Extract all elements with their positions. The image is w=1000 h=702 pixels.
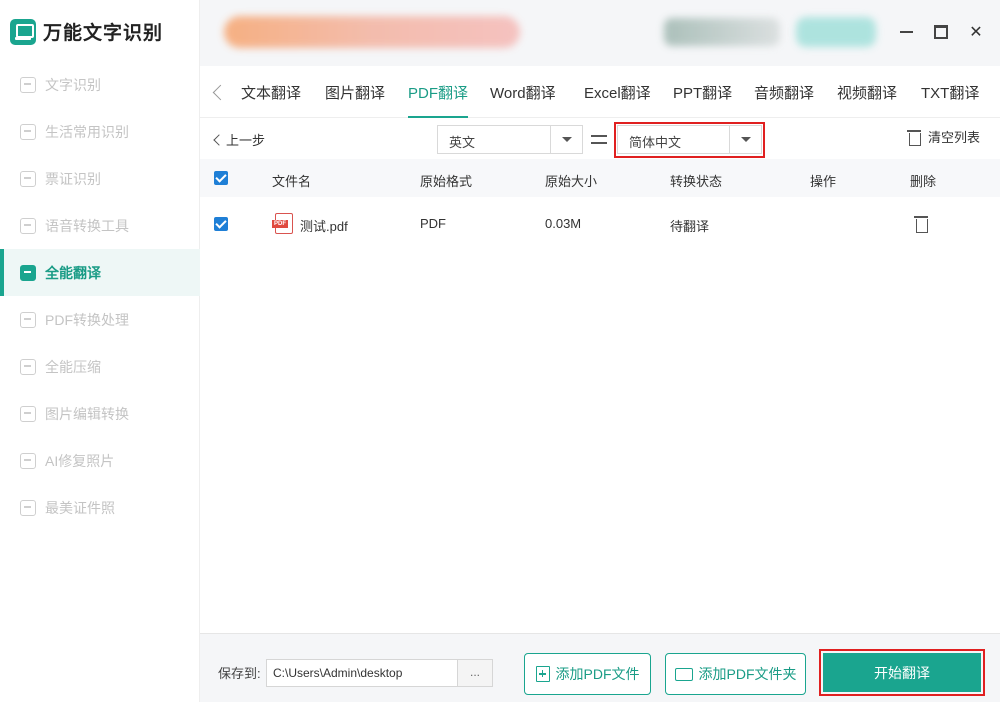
translate-tabs: 文本翻译 图片翻译 PDF翻译 Word翻译 Excel翻译 PPT翻译 音频翻… — [200, 66, 1000, 118]
header-action: 操作 — [810, 174, 837, 189]
sidebar-item-label: 最美证件照 — [45, 499, 115, 516]
tab-text-translate[interactable]: 文本翻译 — [241, 66, 301, 118]
compress-icon — [20, 358, 36, 375]
app-logo: 万能文字识别 — [10, 18, 163, 45]
delete-row-trash-icon[interactable] — [914, 215, 928, 233]
header-format: 原始格式 — [420, 174, 473, 189]
add-pdf-folder-button[interactable]: 添加PDF文件夹 — [665, 653, 806, 695]
header-status: 转换状态 — [670, 174, 723, 189]
swap-languages-icon[interactable] — [591, 131, 609, 149]
bottom-bar: 保存到: C:\Users\Admin\desktop ... 添加PDF文件 … — [200, 633, 1000, 702]
sidebar: 万能文字识别 文字识别 生活常用识别 票证识别 语音转换工具 全能翻译 PDF转… — [0, 0, 200, 702]
sidebar-item-label: 全能翻译 — [45, 264, 101, 281]
ticket-recognition-icon — [20, 170, 36, 187]
file-table-header: 文件名 原始格式 原始大小 转换状态 操作 删除 — [200, 159, 1000, 197]
tab-image-translate[interactable]: 图片翻译 — [325, 66, 385, 118]
sidebar-item-text-recognition[interactable]: 文字识别 — [0, 61, 200, 108]
sidebar-item-label: 文字识别 — [45, 76, 101, 93]
scanner-logo-icon — [10, 18, 36, 45]
minimize-button[interactable] — [894, 20, 918, 44]
target-language-highlight — [614, 122, 765, 158]
sidebar-item-label: 语音转换工具 — [45, 217, 129, 234]
start-translate-button[interactable]: 开始翻译 — [823, 653, 981, 692]
file-name: 测试.pdf — [300, 219, 348, 234]
translate-icon — [20, 264, 36, 281]
text-recognition-icon — [20, 76, 36, 93]
tabs-scroll-left-icon[interactable] — [208, 80, 228, 104]
sidebar-item-pdf-convert[interactable]: PDF转换处理 — [0, 296, 200, 343]
sidebar-item-life-recognition[interactable]: 生活常用识别 — [0, 108, 200, 155]
file-size: 0.03M — [545, 216, 582, 231]
vip-button-blurred[interactable] — [796, 17, 876, 47]
save-to-label: 保存到: — [218, 666, 261, 681]
image-edit-icon — [20, 405, 36, 422]
trash-icon — [907, 129, 921, 146]
clear-list-label: 清空列表 — [928, 130, 981, 145]
voice-convert-icon — [20, 217, 36, 234]
sidebar-item-label: PDF转换处理 — [45, 311, 129, 328]
promo-banner-blurred[interactable] — [224, 16, 520, 48]
sidebar-item-label: 图片编辑转换 — [45, 405, 129, 422]
row-checkbox[interactable] — [214, 217, 228, 231]
file-status: 待翻译 — [670, 219, 710, 234]
back-label: 上一步 — [226, 133, 266, 148]
sidebar-item-label: 全能压缩 — [45, 358, 101, 375]
pdf-convert-icon — [20, 311, 36, 328]
source-language-select[interactable]: 英文 — [437, 125, 583, 154]
start-translate-highlight: 开始翻译 — [819, 649, 985, 696]
add-pdf-folder-label: 添加PDF文件夹 — [698, 666, 797, 682]
app-title: 万能文字识别 — [43, 23, 164, 44]
title-bar: ✕ — [200, 0, 1000, 66]
pdf-file-icon: PDF — [272, 213, 293, 234]
sidebar-item-label: 票证识别 — [45, 170, 101, 187]
file-format: PDF — [420, 216, 446, 231]
ai-repair-icon — [20, 452, 36, 469]
tab-excel-translate[interactable]: Excel翻译 — [584, 66, 651, 118]
tab-ppt-translate[interactable]: PPT翻译 — [673, 66, 732, 118]
add-file-icon — [535, 666, 550, 682]
sidebar-item-image-edit[interactable]: 图片编辑转换 — [0, 390, 200, 437]
clear-list-button[interactable]: 清空列表 — [907, 127, 980, 146]
user-account-blurred[interactable] — [664, 18, 780, 46]
folder-icon — [674, 667, 693, 681]
chevron-left-icon — [213, 134, 225, 146]
sidebar-nav: 文字识别 生活常用识别 票证识别 语音转换工具 全能翻译 PDF转换处理 全能压… — [0, 61, 200, 531]
table-row: PDF 测试.pdf PDF 0.03M 待翻译 — [200, 197, 1000, 251]
add-pdf-file-button[interactable]: 添加PDF文件 — [524, 653, 651, 695]
source-language-value: 英文 — [449, 135, 476, 150]
maximize-button[interactable] — [929, 20, 953, 44]
header-delete: 删除 — [910, 174, 937, 189]
select-all-checkbox[interactable] — [214, 171, 228, 185]
sidebar-item-label: AI修复照片 — [45, 452, 115, 469]
close-icon: ✕ — [969, 24, 983, 41]
sidebar-item-label: 生活常用识别 — [45, 123, 129, 140]
sidebar-item-translate[interactable]: 全能翻译 — [0, 249, 200, 296]
tab-pdf-translate[interactable]: PDF翻译 — [408, 66, 469, 118]
tab-txt-translate[interactable]: TXT翻译 — [921, 66, 979, 118]
sidebar-item-compress[interactable]: 全能压缩 — [0, 343, 200, 390]
browse-folder-button[interactable]: ... — [457, 659, 493, 687]
save-path-input[interactable]: C:\Users\Admin\desktop — [266, 659, 458, 687]
sidebar-item-id-photo[interactable]: 最美证件照 — [0, 484, 200, 531]
tab-word-translate[interactable]: Word翻译 — [490, 66, 556, 118]
life-recognition-icon — [20, 123, 36, 140]
back-button[interactable]: 上一步 — [213, 130, 266, 149]
sidebar-item-ai-repair[interactable]: AI修复照片 — [0, 437, 200, 484]
sidebar-item-voice-convert[interactable]: 语音转换工具 — [0, 202, 200, 249]
tab-video-translate[interactable]: 视频翻译 — [837, 66, 897, 118]
close-button[interactable]: ✕ — [964, 20, 988, 44]
id-photo-icon — [20, 499, 36, 516]
add-pdf-file-label: 添加PDF文件 — [555, 666, 640, 682]
chevron-down-icon[interactable] — [550, 126, 582, 153]
header-file-name: 文件名 — [272, 174, 312, 189]
tab-audio-translate[interactable]: 音频翻译 — [754, 66, 814, 118]
sidebar-item-ticket-recognition[interactable]: 票证识别 — [0, 155, 200, 202]
header-size: 原始大小 — [545, 174, 598, 189]
